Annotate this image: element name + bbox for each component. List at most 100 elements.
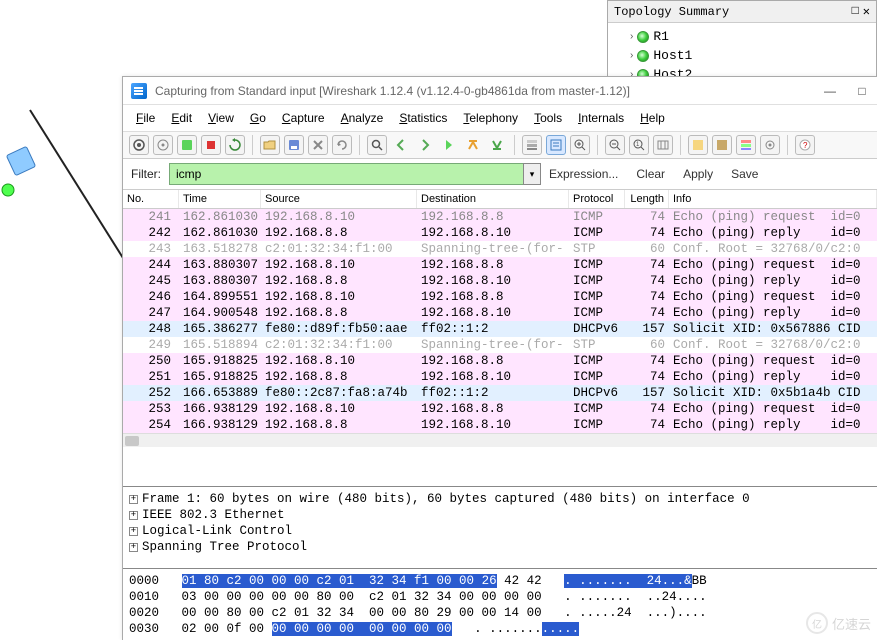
packet-row[interactable]: 247164.900548192.168.8.8192.168.8.10ICMP… bbox=[123, 305, 877, 321]
wireshark-window: Capturing from Standard input [Wireshark… bbox=[122, 76, 877, 640]
filter-apply[interactable]: Apply bbox=[683, 167, 713, 181]
maximize-button[interactable]: □ bbox=[855, 84, 869, 98]
hex-row[interactable]: 0020 00 00 80 00 c2 01 32 34 00 00 80 29… bbox=[129, 605, 871, 621]
menu-tools[interactable]: Tools bbox=[527, 109, 569, 127]
watermark: 亿 亿速云 bbox=[806, 612, 871, 634]
status-dot-icon bbox=[637, 50, 649, 62]
packet-row[interactable]: 245163.880307192.168.8.8192.168.8.10ICMP… bbox=[123, 273, 877, 289]
go-forward-button[interactable] bbox=[415, 135, 435, 155]
coloring-rules-button[interactable] bbox=[736, 135, 756, 155]
horizontal-scrollbar[interactable] bbox=[123, 433, 877, 447]
filter-dropdown-icon[interactable]: ▾ bbox=[523, 163, 541, 185]
svg-text:?: ? bbox=[803, 141, 808, 150]
col-time[interactable]: Time bbox=[179, 190, 261, 208]
packet-row[interactable]: 246164.899551192.168.8.10192.168.8.8ICMP… bbox=[123, 289, 877, 305]
hex-row[interactable]: 0030 02 00 0f 00 00 00 00 00 00 00 00 00… bbox=[129, 621, 871, 637]
expand-icon[interactable]: + bbox=[129, 527, 138, 536]
restart-capture-button[interactable] bbox=[225, 135, 245, 155]
detail-row[interactable]: +Logical-Link Control bbox=[129, 523, 871, 539]
packet-list-header: No. Time Source Destination Protocol Len… bbox=[123, 190, 877, 209]
go-back-button[interactable] bbox=[391, 135, 411, 155]
interfaces-button[interactable] bbox=[129, 135, 149, 155]
menu-edit[interactable]: Edit bbox=[164, 109, 199, 127]
open-button[interactable] bbox=[260, 135, 280, 155]
zoom-reset-button[interactable]: 1 bbox=[629, 135, 649, 155]
go-first-button[interactable] bbox=[463, 135, 483, 155]
menu-file[interactable]: File bbox=[129, 109, 162, 127]
minimize-button[interactable]: — bbox=[823, 84, 837, 98]
help-button[interactable]: ? bbox=[795, 135, 815, 155]
packet-row[interactable]: 248165.386277fe80::d89f:fb50:aaeff02::1:… bbox=[123, 321, 877, 337]
save-button[interactable] bbox=[284, 135, 304, 155]
hex-row[interactable]: 0010 03 00 00 00 00 00 80 00 c2 01 32 34… bbox=[129, 589, 871, 605]
menu-go[interactable]: Go bbox=[243, 109, 273, 127]
menu-internals[interactable]: Internals bbox=[571, 109, 631, 127]
preferences-button[interactable] bbox=[760, 135, 780, 155]
watermark-logo-icon: 亿 bbox=[806, 612, 828, 634]
chevron-right-icon: › bbox=[630, 31, 633, 42]
topology-close-icon[interactable]: ✕ bbox=[863, 4, 870, 19]
col-length[interactable]: Length bbox=[625, 190, 669, 208]
go-to-packet-button[interactable] bbox=[439, 135, 459, 155]
node-label: Host1 bbox=[653, 48, 692, 63]
col-protocol[interactable]: Protocol bbox=[569, 190, 625, 208]
filter-save[interactable]: Save bbox=[731, 167, 758, 181]
packet-row[interactable]: 254166.938129192.168.8.8192.168.8.10ICMP… bbox=[123, 417, 877, 433]
filter-input[interactable] bbox=[169, 163, 523, 185]
expand-icon[interactable]: + bbox=[129, 543, 138, 552]
packet-row[interactable]: 243163.518278c2:01:32:34:f1:00Spanning-t… bbox=[123, 241, 877, 257]
col-source[interactable]: Source bbox=[261, 190, 417, 208]
col-destination[interactable]: Destination bbox=[417, 190, 569, 208]
titlebar: Capturing from Standard input [Wireshark… bbox=[123, 77, 877, 105]
menu-help[interactable]: Help bbox=[633, 109, 672, 127]
detail-row[interactable]: +Spanning Tree Protocol bbox=[129, 539, 871, 555]
zoom-in-button[interactable] bbox=[570, 135, 590, 155]
find-button[interactable] bbox=[367, 135, 387, 155]
packet-row[interactable]: 242162.861030192.168.8.8192.168.8.10ICMP… bbox=[123, 225, 877, 241]
display-filters-button[interactable] bbox=[712, 135, 732, 155]
menu-analyze[interactable]: Analyze bbox=[334, 109, 391, 127]
expand-icon[interactable]: + bbox=[129, 511, 138, 520]
topology-undock-icon[interactable]: □ bbox=[852, 4, 859, 19]
resize-cols-button[interactable] bbox=[653, 135, 673, 155]
packet-row[interactable]: 244163.880307192.168.8.10192.168.8.8ICMP… bbox=[123, 257, 877, 273]
col-no[interactable]: No. bbox=[123, 190, 179, 208]
packet-row[interactable]: 250165.918825192.168.8.10192.168.8.8ICMP… bbox=[123, 353, 877, 369]
topology-title: Topology Summary bbox=[614, 5, 729, 19]
packet-list: No. Time Source Destination Protocol Len… bbox=[123, 190, 877, 486]
packet-row[interactable]: 241162.861030192.168.8.10192.168.8.8ICMP… bbox=[123, 209, 877, 225]
menu-capture[interactable]: Capture bbox=[275, 109, 332, 127]
capture-filters-button[interactable] bbox=[688, 135, 708, 155]
detail-text: IEEE 802.3 Ethernet bbox=[142, 507, 285, 523]
menu-telephony[interactable]: Telephony bbox=[456, 109, 525, 127]
node-label: R1 bbox=[653, 29, 669, 44]
col-info[interactable]: Info bbox=[669, 190, 877, 208]
go-last-button[interactable] bbox=[487, 135, 507, 155]
detail-row[interactable]: + IEEE 802.3 Ethernet bbox=[129, 507, 871, 523]
filter-clear[interactable]: Clear bbox=[636, 167, 665, 181]
toolbar: 1 ? bbox=[123, 132, 877, 159]
stop-capture-button[interactable] bbox=[201, 135, 221, 155]
packet-row[interactable]: 252166.653889fe80::2c87:fa8:a74bff02::1:… bbox=[123, 385, 877, 401]
auto-scroll-button[interactable] bbox=[546, 135, 566, 155]
expand-icon[interactable]: + bbox=[129, 495, 138, 504]
detail-row[interactable]: + Frame 1: 60 bytes on wire (480 bits), 6… bbox=[129, 491, 871, 507]
topology-node[interactable]: › R1 bbox=[630, 27, 868, 46]
close-file-button[interactable] bbox=[308, 135, 328, 155]
start-capture-button[interactable] bbox=[177, 135, 197, 155]
colorize-button[interactable] bbox=[522, 135, 542, 155]
packet-row[interactable]: 249165.518894c2:01:32:34:f1:00Spanning-t… bbox=[123, 337, 877, 353]
detail-text: Frame 1: 60 bytes on wire (480 bits), 60… bbox=[142, 491, 750, 507]
reload-button[interactable] bbox=[332, 135, 352, 155]
filter-expression[interactable]: Expression... bbox=[549, 167, 618, 181]
hex-row[interactable]: 0000 01 80 c2 00 00 00 c2 01 32 34 f1 00… bbox=[129, 573, 871, 589]
filter-label: Filter: bbox=[131, 167, 161, 181]
options-button[interactable] bbox=[153, 135, 173, 155]
chevron-right-icon: › bbox=[630, 50, 633, 61]
zoom-out-button[interactable] bbox=[605, 135, 625, 155]
menu-view[interactable]: View bbox=[201, 109, 241, 127]
packet-row[interactable]: 253166.938129192.168.8.10192.168.8.8ICMP… bbox=[123, 401, 877, 417]
menu-statistics[interactable]: Statistics bbox=[392, 109, 454, 127]
topology-node[interactable]: › Host1 bbox=[630, 46, 868, 65]
packet-row[interactable]: 251165.918825192.168.8.8192.168.8.10ICMP… bbox=[123, 369, 877, 385]
